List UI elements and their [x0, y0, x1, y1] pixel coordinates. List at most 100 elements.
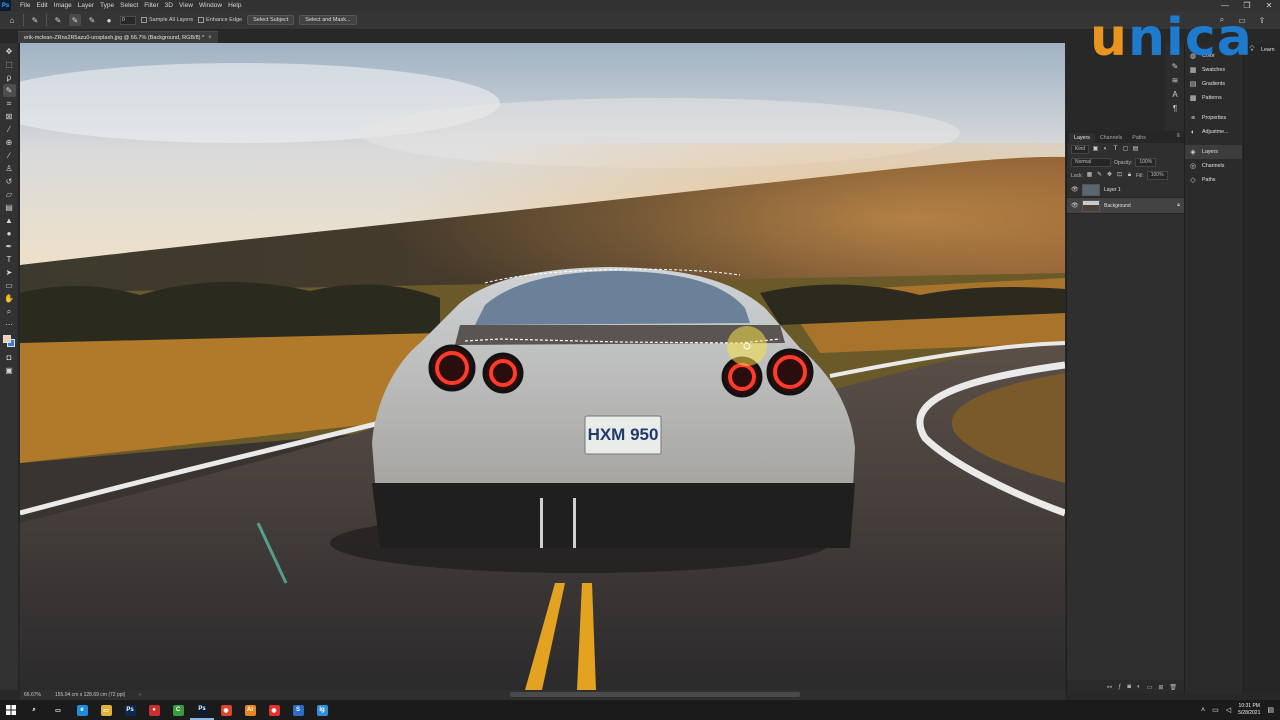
horizontal-scrollbar[interactable] — [510, 692, 800, 697]
quick-select-preset-icon[interactable]: ✎ — [29, 14, 41, 26]
path-selection-tool-icon[interactable]: ➤ — [3, 266, 16, 279]
new-layer-icon[interactable]: ⊞ — [1158, 684, 1163, 691]
close-tab-icon[interactable]: × — [208, 35, 212, 41]
add-mask-icon[interactable]: ◙ — [1127, 684, 1131, 690]
filter-pixel-icon[interactable]: ▣ — [1092, 146, 1099, 153]
tab-channels[interactable]: Channels — [1095, 133, 1127, 143]
dock-item-layers[interactable]: ◈ Layers — [1185, 145, 1242, 159]
eye-icon[interactable]: 👁︎ — [1071, 186, 1079, 193]
frame-tool-icon[interactable]: ⊠ — [3, 110, 16, 123]
taskbar-app-illustrator[interactable]: Ai — [238, 700, 262, 720]
dock-item-patterns[interactable]: ▩ Patterns — [1185, 91, 1242, 105]
dock-item-channels[interactable]: ◎ Channels — [1185, 159, 1242, 173]
menu-window[interactable]: Window — [196, 0, 225, 11]
blend-mode-select[interactable]: Normal — [1071, 158, 1111, 167]
new-adjustment-icon[interactable]: ◐ — [1137, 684, 1141, 690]
add-to-selection-icon[interactable]: ✎ — [69, 14, 81, 26]
dock-item-adjustments[interactable]: ◐ Adjustme... — [1185, 125, 1242, 139]
type-tool-icon[interactable]: T — [3, 253, 16, 266]
select-and-mask-button[interactable]: Select and Mask... — [299, 15, 357, 25]
menu-filter[interactable]: Filter — [141, 0, 161, 11]
menu-edit[interactable]: Edit — [33, 0, 50, 11]
new-group-icon[interactable]: ▭ — [1147, 684, 1153, 691]
zoom-tool-icon[interactable]: ⌕ — [3, 305, 16, 318]
lock-all-icon[interactable]: 🔒︎ — [1126, 172, 1133, 179]
eyedropper-tool-icon[interactable]: ⁄ — [3, 123, 16, 136]
menu-help[interactable]: Help — [225, 0, 244, 11]
crop-tool-icon[interactable]: ⌗ — [3, 97, 16, 110]
menu-type[interactable]: Type — [97, 0, 117, 11]
menu-file[interactable]: File — [17, 0, 33, 11]
home-icon[interactable]: ⌂ — [6, 14, 18, 26]
menu-select[interactable]: Select — [117, 0, 141, 11]
taskbar-app-ig[interactable]: Ig — [310, 700, 334, 720]
tab-layers[interactable]: Layers — [1069, 133, 1095, 143]
subtract-from-selection-icon[interactable]: ✎ — [86, 14, 98, 26]
color-swatches[interactable] — [2, 334, 16, 348]
pen-tool-icon[interactable]: ✒ — [3, 240, 16, 253]
zoom-level[interactable]: 66.67% — [24, 692, 41, 698]
sample-all-layers-checkbox[interactable]: Sample All Layers — [141, 17, 193, 23]
brush-tool-icon[interactable]: ∕ — [3, 149, 16, 162]
start-button[interactable] — [0, 700, 22, 720]
filter-type-icon[interactable]: T — [1112, 146, 1119, 153]
taskbar-task-view[interactable]: ▭ — [46, 700, 70, 720]
notification-icon[interactable]: ▤ — [1267, 706, 1274, 714]
brush-options-icon[interactable]: ● — [103, 14, 115, 26]
dodge-tool-icon[interactable]: ● — [3, 227, 16, 240]
marquee-tool-icon[interactable]: ⬚ — [3, 58, 16, 71]
tab-paths[interactable]: Paths — [1127, 133, 1151, 143]
dock-item-properties[interactable]: ≡ Properties — [1185, 111, 1242, 125]
clock[interactable]: 10:31 PM 5/28/2021 — [1238, 703, 1260, 717]
close-window-button[interactable]: ✕ — [1258, 0, 1280, 11]
network-icon[interactable]: ▭ — [1212, 706, 1219, 714]
panel-menu-icon[interactable]: ≡ — [1176, 133, 1180, 139]
lock-artboard-icon[interactable]: ⊡ — [1116, 172, 1123, 179]
move-tool-icon[interactable]: ✥ — [3, 45, 16, 58]
new-selection-icon[interactable]: ✎ — [52, 14, 64, 26]
screen-mode-icon[interactable]: ▣ — [3, 364, 16, 377]
share-icon[interactable]: ⇪ — [1256, 14, 1268, 26]
layer-style-icon[interactable]: ƒ — [1118, 684, 1121, 690]
menu-image[interactable]: Image — [51, 0, 75, 11]
hand-tool-icon[interactable]: ✋ — [3, 292, 16, 305]
taskbar-app-scheduler[interactable]: S — [286, 700, 310, 720]
taskbar-search[interactable]: ⌕ — [22, 700, 46, 720]
taskbar-app-recorder[interactable]: ◉ — [262, 700, 286, 720]
dock-item-gradients[interactable]: ▤ Gradients — [1185, 77, 1242, 91]
paragraph-icon[interactable]: ¶ — [1173, 104, 1177, 113]
quick-selection-tool-icon[interactable]: ✎ — [2, 84, 16, 97]
taskbar-app-record[interactable]: ● — [142, 700, 166, 720]
more-tools-icon[interactable]: ⋯ — [3, 318, 16, 331]
rectangle-tool-icon[interactable]: ▭ — [3, 279, 16, 292]
taskbar-app-file-explorer[interactable]: ▭ — [94, 700, 118, 720]
chevron-up-icon[interactable]: ˄ — [1201, 707, 1205, 714]
menu-view[interactable]: View — [176, 0, 196, 11]
menu-3d[interactable]: 3D — [162, 0, 176, 11]
filter-adjustment-icon[interactable]: ◐ — [1102, 146, 1109, 153]
status-menu-arrow[interactable]: › — [139, 692, 141, 698]
brush-angle-field[interactable]: 0 — [120, 15, 136, 25]
select-subject-button[interactable]: Select Subject — [247, 15, 295, 25]
taskbar-app-photoshop-task[interactable]: Ps — [118, 700, 142, 720]
eraser-tool-icon[interactable]: ▱ — [3, 188, 16, 201]
volume-icon[interactable]: ◁ — [1226, 706, 1231, 714]
foreground-color-swatch[interactable] — [3, 335, 11, 343]
eye-icon[interactable]: 👁︎ — [1071, 202, 1079, 209]
character-icon[interactable]: A — [1172, 90, 1177, 99]
clone-stamp-tool-icon[interactable]: ♙ — [3, 162, 16, 175]
layer-row-background[interactable]: 👁︎ Background 🔒︎ — [1067, 198, 1184, 214]
lock-position-icon[interactable]: ✥ — [1106, 172, 1113, 179]
healing-brush-tool-icon[interactable]: ⊕ — [3, 136, 16, 149]
blur-tool-icon[interactable]: ▲ — [3, 214, 16, 227]
document-canvas[interactable]: HXM 950 — [20, 43, 1065, 690]
menu-layer[interactable]: Layer — [75, 0, 97, 11]
document-tab[interactable]: erik-mclean-ZRns2R5azu0-unsplash.jpg @ 6… — [18, 31, 218, 43]
taskbar-app-edge[interactable]: e — [70, 700, 94, 720]
quick-mask-icon[interactable]: ◘ — [3, 351, 16, 364]
link-layers-icon[interactable]: ⚯ — [1107, 684, 1112, 691]
fill-input[interactable]: 100% — [1146, 171, 1168, 180]
dock-item-paths[interactable]: ◇ Paths — [1185, 173, 1242, 187]
adjustments-icon[interactable]: ≋ — [1172, 76, 1179, 85]
taskbar-app-camtasia[interactable]: C — [166, 700, 190, 720]
